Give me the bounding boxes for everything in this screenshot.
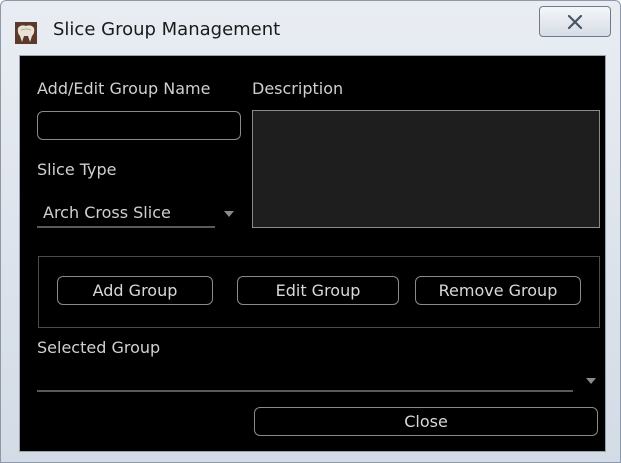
slice-type-value: Arch Cross Slice (43, 203, 171, 222)
dialog-window: Slice Group Management Add/Edit Group Na… (0, 0, 621, 463)
description-label: Description (252, 79, 344, 98)
title-bar[interactable]: Slice Group Management (1, 1, 620, 55)
slice-type-label: Slice Type (37, 160, 117, 179)
description-textarea[interactable] (252, 110, 600, 228)
selected-group-underline (37, 390, 573, 392)
dialog-body: Add/Edit Group Name Description Slice Ty… (19, 55, 606, 452)
close-icon (567, 15, 583, 29)
slice-type-dropdown[interactable]: Arch Cross Slice (37, 202, 237, 230)
chevron-down-icon (224, 211, 234, 217)
edit-group-button[interactable]: Edit Group (237, 276, 399, 305)
add-group-button[interactable]: Add Group (57, 276, 213, 305)
group-name-label: Add/Edit Group Name (37, 79, 211, 98)
group-name-input[interactable] (37, 111, 241, 140)
close-button[interactable]: Close (254, 407, 598, 436)
remove-group-button[interactable]: Remove Group (415, 276, 581, 305)
group-actions-frame: Add Group Edit Group Remove Group (38, 256, 600, 328)
chevron-down-icon (586, 378, 596, 384)
selected-group-dropdown[interactable] (37, 370, 601, 394)
dental-app-icon (15, 22, 37, 44)
window-close-button[interactable] (539, 6, 611, 37)
window-title: Slice Group Management (53, 19, 281, 40)
selected-group-label: Selected Group (37, 338, 161, 357)
slice-type-underline (37, 226, 215, 228)
